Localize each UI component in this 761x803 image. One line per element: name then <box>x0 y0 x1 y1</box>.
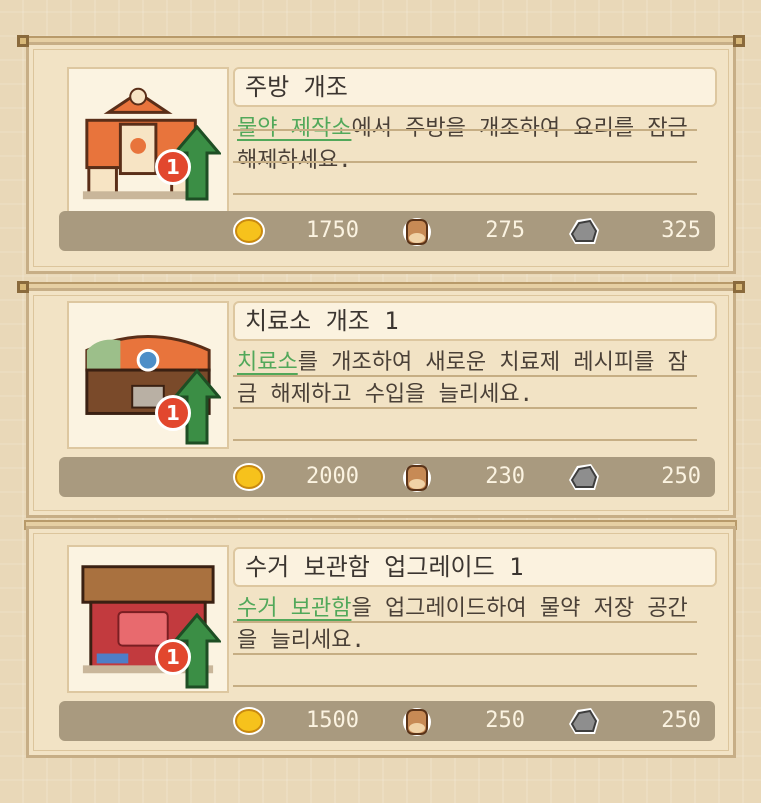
desc-rule <box>233 621 697 623</box>
frame-corner <box>17 281 29 293</box>
upgrade-description: 수거 보관함을 업그레이드하여 물약 저장 공간을 늘리세요. <box>237 593 697 657</box>
desc-rule <box>233 129 697 131</box>
wood-cost: 230 <box>485 464 525 489</box>
gold-coin-icon <box>233 707 265 735</box>
upgrade-description: 치료소를 개조하여 새로운 치료제 레시피를 잠금 해제하고 수입을 늘리세요. <box>237 347 697 411</box>
upgrade-title: 치료소 개조 1 <box>233 301 717 341</box>
wood-log-icon <box>403 218 431 246</box>
cost-bar: 1750 275 325 <box>59 211 715 251</box>
stone-icon <box>569 708 599 734</box>
level-badge: 1 <box>155 639 191 675</box>
cost-bar: 2000 230 250 <box>59 457 715 497</box>
desc-rule <box>233 193 697 195</box>
desc-rule <box>233 439 697 441</box>
desc-rule <box>233 653 697 655</box>
upgrade-description: 물약 제작소에서 주방을 개조하여 요리를 잠금 해제하세요. <box>237 113 697 177</box>
upgrade-card-clinic[interactable]: 1 치료소 개조 1 치료소를 개조하여 새로운 치료제 레시피를 잠금 해제하… <box>17 281 745 518</box>
cost-bar: 1500 250 250 <box>59 701 715 741</box>
stone-icon <box>569 464 599 490</box>
upgrade-card-collection-box[interactable]: 1 수거 보관함 업그레이드 1 수거 보관함을 업그레이드하여 물약 저장 공… <box>26 526 736 758</box>
stone-icon <box>569 218 599 244</box>
stone-cost: 250 <box>661 464 701 489</box>
upgrade-title: 수거 보관함 업그레이드 1 <box>233 547 717 587</box>
stone-cost: 250 <box>661 708 701 733</box>
wood-log-icon <box>403 464 431 492</box>
upgrade-title: 주방 개조 <box>233 67 717 107</box>
level-badge: 1 <box>155 395 191 431</box>
gold-coin-icon <box>233 217 265 245</box>
desc-rule <box>233 375 697 377</box>
gold-coin-icon <box>233 463 265 491</box>
stone-cost: 325 <box>661 218 701 243</box>
level-badge: 1 <box>155 149 191 185</box>
wood-cost: 275 <box>485 218 525 243</box>
frame-corner <box>733 281 745 293</box>
description-text: 를 개조하여 새로운 치료제 레시피를 잠금 해제하고 수입을 늘리세요. <box>237 350 688 407</box>
description-link[interactable]: 수거 보관함 <box>237 596 351 621</box>
gold-cost: 1500 <box>306 708 359 733</box>
frame-corner <box>17 35 29 47</box>
gold-cost: 1750 <box>306 218 359 243</box>
upgrade-card-kitchen[interactable]: 1 주방 개조 물약 제작소에서 주방을 개조하여 요리를 잠금 해제하세요. … <box>17 35 745 274</box>
desc-rule <box>233 685 697 687</box>
frame-corner <box>733 35 745 47</box>
gold-cost: 2000 <box>306 464 359 489</box>
wood-cost: 250 <box>485 708 525 733</box>
description-link[interactable]: 치료소 <box>237 350 298 375</box>
desc-rule <box>233 161 697 163</box>
wood-log-icon <box>403 708 431 736</box>
desc-rule <box>233 407 697 409</box>
